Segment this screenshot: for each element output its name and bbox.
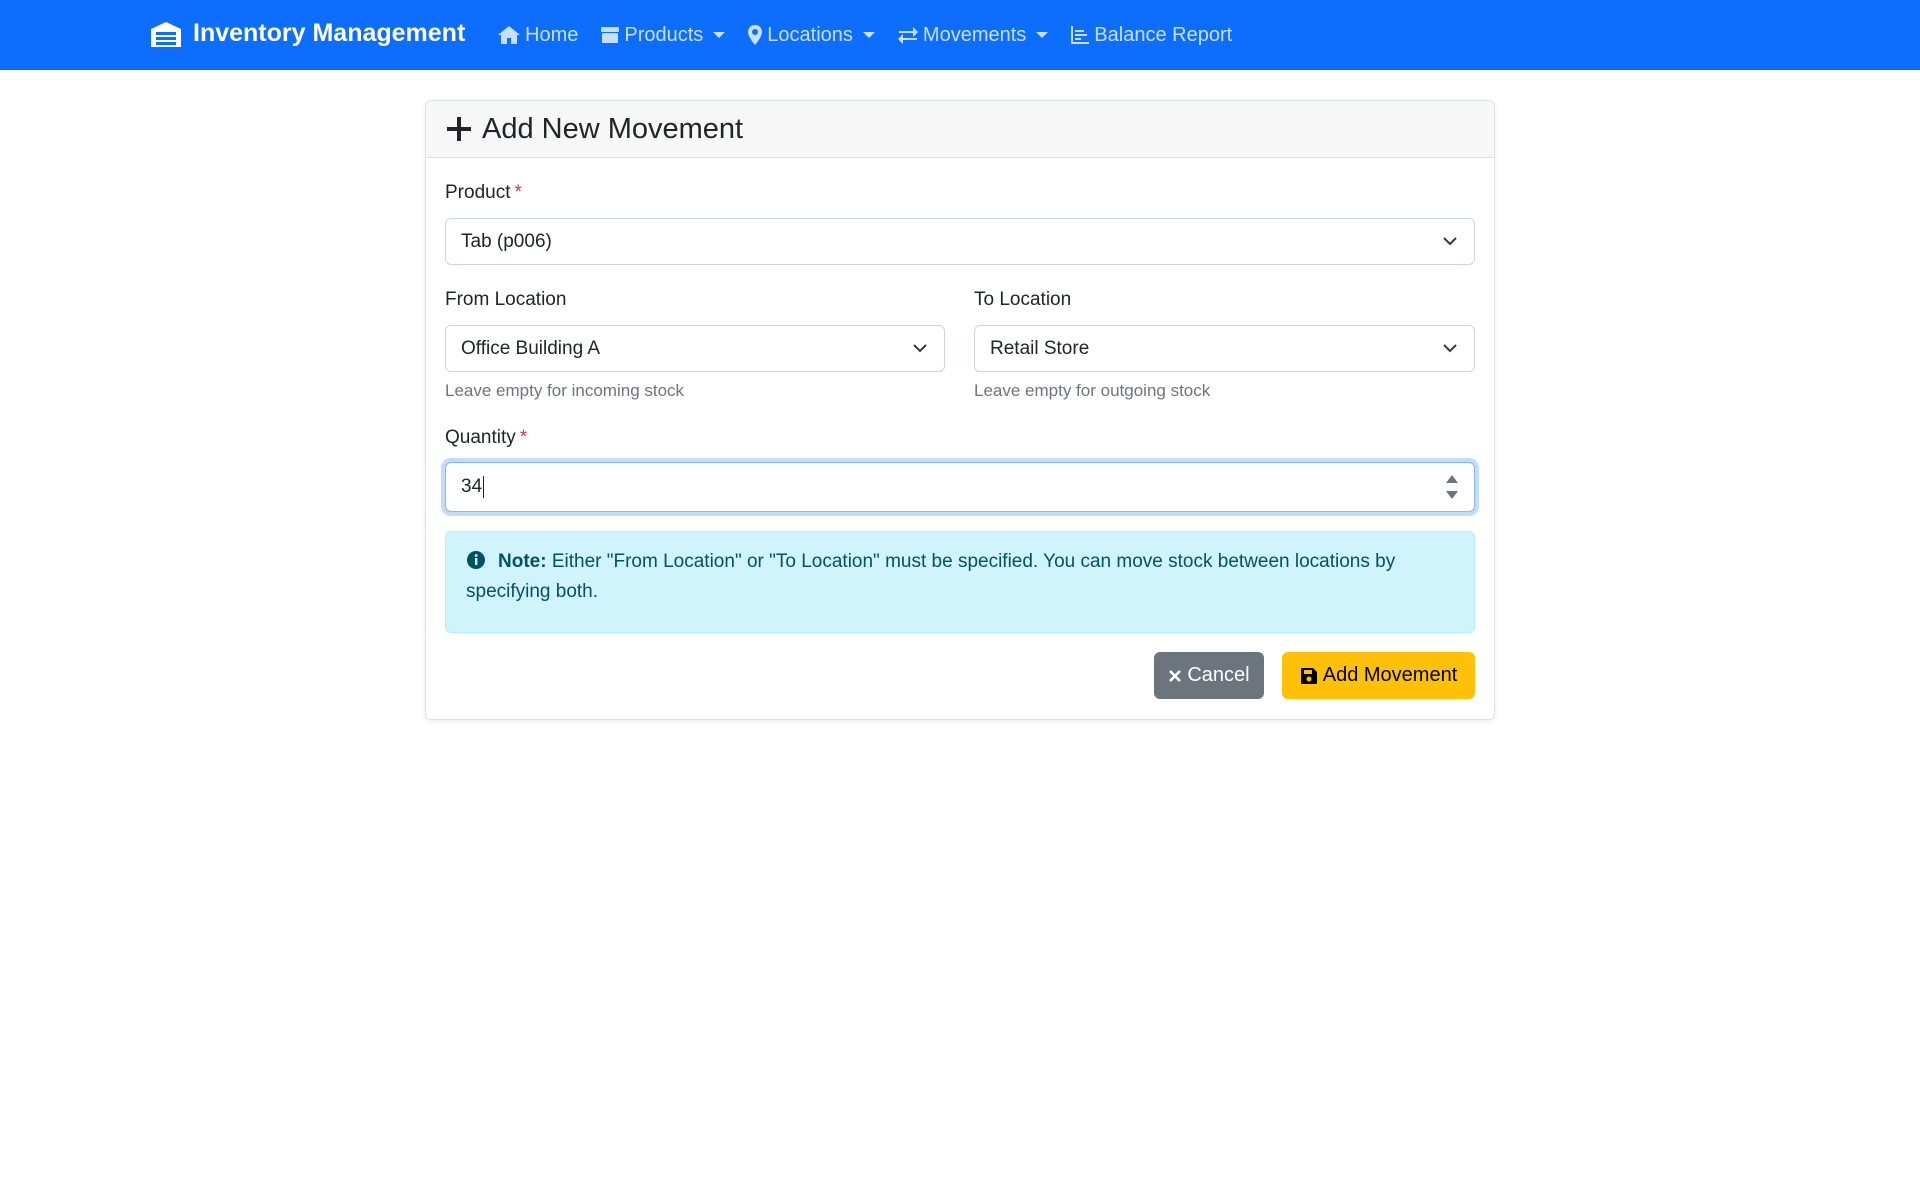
required-mark: * [514, 182, 522, 203]
save-icon [1300, 667, 1317, 684]
top-navbar: Inventory Management Home Products Locat… [0, 0, 1920, 70]
to-location-label: To Location [974, 289, 1072, 310]
required-mark: * [519, 427, 528, 448]
nav-movements[interactable]: Movements [897, 23, 1049, 47]
info-circle-icon [467, 550, 485, 569]
cancel-button[interactable]: Cancel [1154, 652, 1264, 699]
quantity-label: Quantity * [445, 427, 527, 449]
text-cursor [483, 476, 485, 498]
chevron-down-icon [1443, 237, 1457, 246]
chevron-down-icon [913, 344, 927, 353]
nav-home[interactable]: Home [497, 24, 578, 47]
from-location-select[interactable]: Office Building A [445, 325, 945, 372]
page-title-text: Add New Movement [482, 112, 744, 145]
from-location-value: Office Building A [461, 337, 601, 359]
brand-title: Inventory Management [193, 19, 466, 47]
quantity-label-text: Quantity [445, 427, 516, 448]
page-title: Add New Movement [446, 113, 743, 146]
product-label-text: Product [445, 182, 511, 203]
add-movement-button-label: Add Movement [1322, 664, 1458, 686]
brand-link[interactable]: Inventory Management [149, 19, 465, 48]
quantity-stepper[interactable] [1446, 475, 1458, 501]
to-location-help: Leave empty for outgoing stock [974, 381, 1211, 400]
add-movement-button[interactable]: Add Movement [1282, 652, 1475, 699]
from-location-label: From Location [445, 289, 567, 310]
nav-products[interactable]: Products [600, 23, 726, 47]
nav-locations[interactable]: Locations [747, 24, 875, 47]
cancel-button-label: Cancel [1187, 664, 1250, 686]
quantity-value: 34 [461, 476, 483, 497]
product-label: Product * [445, 182, 522, 204]
chart-icon [1071, 26, 1090, 44]
nav-links: Home Products Locations Movements Balanc… [497, 0, 1254, 70]
product-select[interactable]: Tab (p006) [445, 218, 1475, 265]
chevron-down-icon [862, 32, 875, 38]
from-location-help: Leave empty for incoming stock [445, 381, 685, 400]
to-location-value: Retail Store [990, 337, 1090, 359]
stepper-down-icon[interactable] [1446, 491, 1458, 499]
warehouse-icon [151, 21, 181, 47]
to-location-select[interactable]: Retail Store [974, 325, 1475, 372]
nav-products-label: Products [624, 23, 704, 46]
nav-home-label: Home [525, 23, 579, 46]
nav-balance-report[interactable]: Balance Report [1070, 24, 1232, 47]
chevron-down-icon [1443, 344, 1457, 353]
exchange-icon [897, 27, 918, 44]
movement-form-card: Add New Movement Product * Tab (p006) Fro… [425, 100, 1495, 720]
product-select-value: Tab (p006) [461, 230, 552, 252]
chevron-down-icon [713, 32, 726, 38]
nav-locations-label: Locations [767, 23, 853, 46]
plus-icon [447, 117, 471, 141]
close-icon [1169, 669, 1182, 682]
nav-balance-report-label: Balance Report [1094, 23, 1233, 46]
card-header: Add New Movement [426, 101, 1494, 158]
box-icon [601, 27, 620, 43]
chevron-down-icon [1036, 32, 1049, 38]
quantity-input[interactable]: 34 [445, 462, 1475, 512]
nav-movements-label: Movements [922, 23, 1027, 46]
map-marker-icon [748, 25, 763, 45]
note-strong: Note: [498, 551, 547, 572]
stepper-up-icon[interactable] [1446, 475, 1458, 483]
info-note: Note: Either "From Location" or "To Loca… [445, 531, 1475, 633]
home-icon [498, 26, 520, 44]
note-text: Either "From Location" or "To Location" … [466, 551, 1396, 602]
